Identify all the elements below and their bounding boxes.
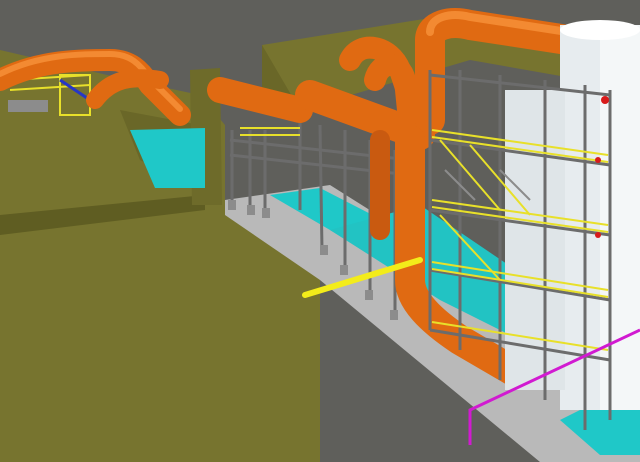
plant-3d-scene <box>0 0 640 462</box>
model-viewport[interactable] <box>0 0 640 462</box>
